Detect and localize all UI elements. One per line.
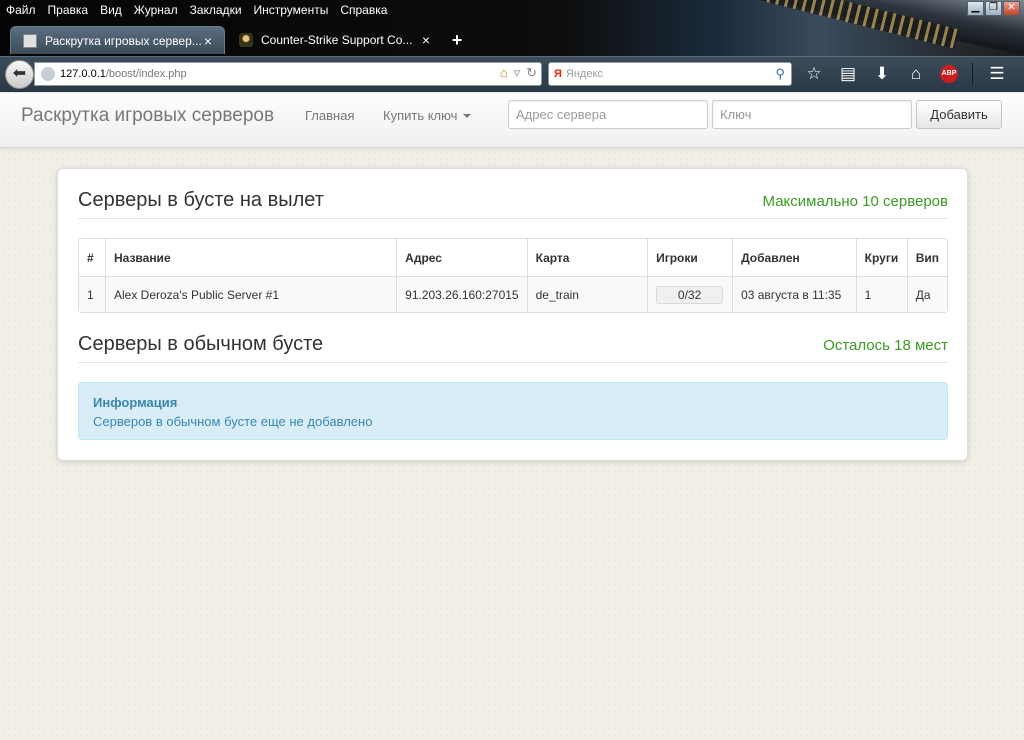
cell-added: 03 августа в 11:35 [732, 276, 856, 312]
url-host: 127.0.0.1 [60, 68, 106, 80]
tab-close-icon[interactable]: × [420, 32, 432, 48]
menu-hamburger-icon[interactable]: ☰ [987, 63, 1007, 85]
bookmarks-list-icon[interactable]: ▤ [838, 63, 858, 85]
nav-buy-key-dropdown[interactable]: Купить ключ [383, 108, 472, 123]
search-icon[interactable]: ⚲ [775, 66, 785, 82]
caret-down-icon [463, 114, 472, 118]
yandex-icon: Я [554, 68, 562, 80]
reload-icon[interactable]: ↻ [526, 65, 537, 81]
boost-servers-table: # Название Адрес Карта Игроки Добавлен К… [78, 238, 948, 313]
boost-section-limit: Максимально 10 серверов [762, 193, 948, 210]
search-placeholder: Яндекс [565, 68, 603, 80]
tab-boost[interactable]: Раскрутка игровых сервер... × [10, 26, 225, 54]
boost-section-header: Серверы в бусте на вылет Максимально 10 … [78, 189, 948, 219]
key-input[interactable] [712, 100, 912, 129]
close-window-icon[interactable]: ✕ [1003, 1, 1020, 16]
menu-view[interactable]: Вид [94, 0, 128, 20]
new-tab-icon[interactable]: + [444, 26, 470, 54]
url-bar[interactable]: 127.0.0.1/boost/index.php ⌂ ▿ ↻ [34, 62, 542, 86]
search-bar[interactable]: Я Яндекс ⚲ [548, 62, 792, 86]
nav-home-link[interactable]: Главная [305, 108, 354, 123]
info-alert: Информация Серверов в обычном бусте еще … [78, 382, 948, 440]
home-icon[interactable]: ⌂ [906, 63, 926, 85]
regular-section-header: Серверы в обычном бусте Осталось 18 мест [78, 333, 948, 363]
players-count: 0/32 [656, 285, 724, 304]
menu-bar: Файл Правка Вид Журнал Закладки Инструме… [0, 0, 393, 20]
main-panel: Серверы в бусте на вылет Максимально 10 … [57, 168, 968, 461]
regular-section-title: Серверы в обычном бусте [78, 333, 324, 355]
boost-section-title: Серверы в бусте на вылет [78, 189, 324, 211]
col-name: Название [104, 239, 396, 276]
cell-rounds: 1 [855, 276, 907, 312]
col-vip: Вип [906, 239, 947, 276]
site-navbar: Раскрутка игровых серверов Главная Купит… [0, 93, 1024, 148]
toolbar-divider [972, 63, 973, 85]
add-button[interactable]: Добавить [916, 100, 1002, 129]
col-added: Добавлен [732, 239, 856, 276]
alert-title: Информация [93, 395, 178, 410]
regular-section-remaining: Осталось 18 мест [823, 337, 948, 354]
download-icon[interactable]: ⬇ [872, 63, 892, 85]
browser-chrome: Файл Правка Вид Журнал Закладки Инструме… [0, 0, 1024, 92]
minimize-icon[interactable]: ▁ [967, 1, 984, 16]
counter-strike-icon [23, 33, 37, 48]
col-players: Игроки [647, 239, 732, 276]
back-arrow-icon[interactable]: ⬅ [5, 60, 34, 89]
menu-file[interactable]: Файл [0, 0, 42, 20]
col-number: # [87, 250, 94, 265]
menu-edit[interactable]: Правка [42, 0, 95, 20]
col-map: Карта [526, 239, 647, 276]
menu-history[interactable]: Журнал [128, 0, 184, 20]
cell-server-name: Alex Deroza's Public Server #1 [104, 276, 397, 312]
tab-strip: Раскрутка игровых сервер... × Counter-St… [10, 24, 470, 54]
toolbar-icons: ☆ ▤ ⬇ ⌂ ABP ☰ [804, 63, 1007, 85]
cell-vip: Да [906, 276, 947, 312]
server-address-input[interactable] [508, 100, 708, 129]
table-header-row: # Название Адрес Карта Игроки Добавлен К… [79, 239, 947, 276]
menu-help[interactable]: Справка [334, 0, 393, 20]
url-path: /boost/index.php [105, 68, 187, 80]
tab-label: Counter-Strike Support Co... [261, 33, 413, 47]
globe-icon [41, 67, 55, 81]
home-page-icon[interactable]: ⌂ [500, 65, 508, 81]
cell-number: 1 [79, 276, 105, 312]
cell-players: 0/32 [647, 276, 733, 312]
cell-map: de_train [526, 276, 648, 312]
counter-strike-character-icon [239, 33, 253, 47]
restore-icon[interactable]: ❐ [985, 1, 1002, 16]
bookmark-star-icon[interactable]: ☆ [804, 63, 824, 85]
tab-label: Раскрутка игровых сервер... [45, 33, 202, 48]
tab-close-icon[interactable]: × [202, 33, 214, 49]
menu-bookmarks[interactable]: Закладки [184, 0, 248, 20]
col-address: Адрес [396, 239, 526, 276]
table-row: 1 Alex Deroza's Public Server #1 91.203.… [79, 276, 947, 312]
window-controls: ▁ ❐ ✕ [967, 1, 1020, 16]
browser-toolbar: ⬅ 127.0.0.1/boost/index.php ⌂ ▿ ↻ Я Янде… [0, 56, 1024, 92]
col-rounds: Круги [855, 239, 907, 276]
bookmark-star-outline-icon[interactable]: ▿ [514, 65, 521, 81]
tab-cs-support[interactable]: Counter-Strike Support Co... × [227, 26, 442, 54]
cell-server-address: 91.203.26.160:27015 [396, 276, 527, 312]
adblock-icon[interactable]: ABP [940, 65, 958, 83]
nav-buy-key-label: Купить ключ [383, 108, 458, 123]
site-brand[interactable]: Раскрутка игровых серверов [21, 105, 274, 127]
alert-text: Серверов в обычном бусте еще не добавлен… [93, 414, 373, 429]
menu-tools[interactable]: Инструменты [248, 0, 335, 20]
